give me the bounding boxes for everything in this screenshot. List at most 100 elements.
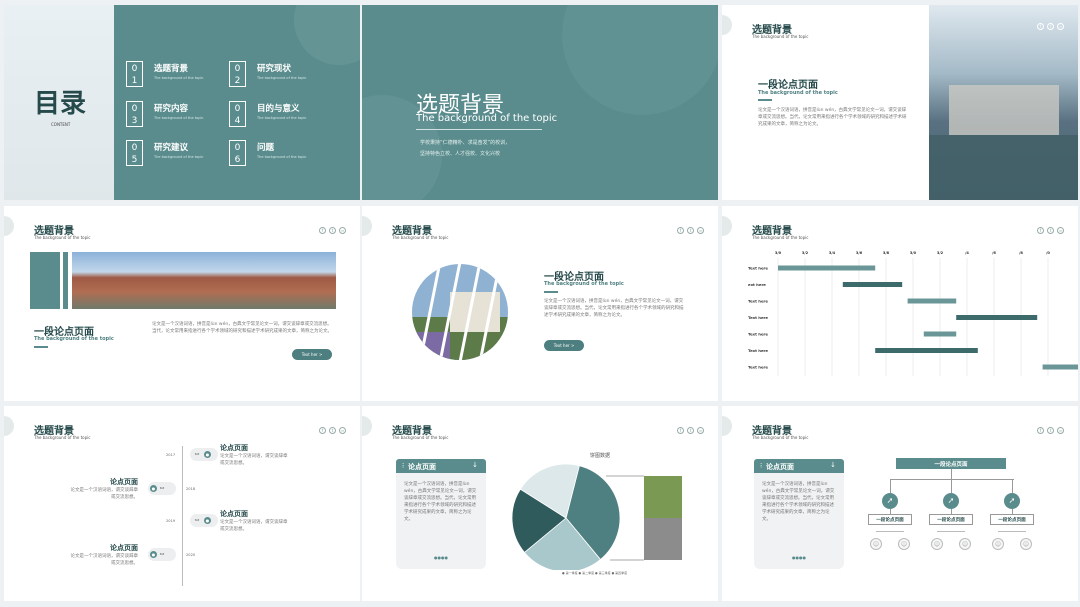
decor-circle bbox=[4, 416, 14, 436]
toc-item-title: 研究内容 bbox=[154, 104, 189, 114]
twitter-icon[interactable]: t bbox=[687, 227, 694, 234]
gantt-tick-label: 3/2 bbox=[802, 251, 809, 255]
campus-photo bbox=[929, 5, 1078, 200]
org-child-node[interactable]: 一段论点页面 bbox=[990, 514, 1034, 525]
gantt-chart: 3/0 3/2 3/4 3/6 3/8 3/0 3/2/4/6/8/0 Text here ex… bbox=[748, 251, 1078, 376]
org-child-node[interactable]: 一段论点页面 bbox=[868, 514, 912, 525]
section-desc-1: 学校秉持“仁德精朴、求是奋发”的校训， bbox=[420, 140, 511, 146]
pagination-dots[interactable]: ●●●● bbox=[434, 555, 448, 560]
slide-intro-photo[interactable]: 选题背景 The background of the topic 一段论点页面 … bbox=[722, 5, 1078, 200]
gantt-row-label: Text here bbox=[748, 365, 768, 370]
slide-timeline[interactable]: 选题背景 The background of the topic f t ≈ 2… bbox=[4, 406, 360, 601]
timeline-item-title: 论点页面 bbox=[110, 478, 138, 486]
twitter-icon[interactable]: t bbox=[1047, 23, 1054, 30]
timeline-item-text: 论文是一个汉语词语，谓交谈辞章或交流思想。 bbox=[70, 488, 139, 500]
text-here-button[interactable]: Text her > bbox=[292, 349, 332, 360]
gantt-tick-label: 3/4 bbox=[829, 251, 836, 255]
share-icon[interactable]: ≈ bbox=[1057, 23, 1064, 30]
timeline-year: 2018 bbox=[186, 487, 196, 491]
toc-number: 0 2 bbox=[229, 61, 246, 87]
facebook-icon[interactable]: f bbox=[677, 227, 684, 234]
timeline-pill[interactable]: ● txt bbox=[148, 482, 176, 495]
building-shape bbox=[949, 85, 1059, 135]
timeline-year: 2020 bbox=[186, 553, 196, 557]
toc-item-subtitle: The background of the topic bbox=[154, 76, 204, 80]
avatar-icon: ☺ bbox=[1020, 538, 1032, 550]
toc-number: 0 4 bbox=[229, 101, 246, 127]
timeline-item-text: 论文是一个汉语词语，谓交谈辞章或交流思想。 bbox=[220, 520, 288, 532]
connector bbox=[937, 531, 965, 532]
point-body: 论文是一个汉语词语，拼音是lùn wén，古典文学常见论文一词，谓交谈辞章或交流… bbox=[152, 322, 332, 334]
toc-subtitle: CONTENT bbox=[51, 122, 71, 127]
org-child-node[interactable]: 一段论点页面 bbox=[929, 514, 973, 525]
timeline-tag: txt bbox=[160, 552, 165, 556]
toc-item-3[interactable]: 0 3 研究内容 The background of the topic bbox=[126, 101, 236, 131]
timeline-item-title: 论点页面 bbox=[110, 544, 138, 552]
slide-banner[interactable]: 选题背景 The background of the topic f t ≈ 一… bbox=[4, 206, 360, 401]
rocket-icon: ➚ bbox=[1004, 493, 1020, 509]
info-card-header: ⁝ 论点页面 ↓ bbox=[754, 459, 844, 473]
facebook-icon[interactable]: f bbox=[677, 427, 684, 434]
facebook-icon[interactable]: f bbox=[319, 427, 326, 434]
share-icon[interactable]: ≈ bbox=[339, 427, 346, 434]
timeline-year: 2017 bbox=[166, 453, 176, 457]
slide-section[interactable]: 选题背景 The background of the topic 学校秉持“仁德… bbox=[362, 5, 718, 200]
timeline-pill[interactable]: ● txt bbox=[190, 448, 218, 461]
timeline-year: 2019 bbox=[166, 519, 176, 523]
arrow-down-icon[interactable]: ↓ bbox=[472, 461, 478, 469]
slide-grid: 目录 CONTENT 0 1 选题背景 The background of the … bbox=[0, 0, 1080, 607]
info-card-header: ⁝ 论点页面 ↓ bbox=[396, 459, 486, 473]
timeline-pill[interactable]: ● txt bbox=[148, 548, 176, 561]
slide-gantt[interactable]: 选题背景 The background of the topic f t ≈ 3… bbox=[722, 206, 1078, 401]
slide-org[interactable]: 选题背景 The background of the topic f t ≈ ⁝… bbox=[722, 406, 1078, 601]
toc-item-title: 问题 bbox=[257, 143, 275, 153]
info-card: ⁝ 论点页面 ↓ 论文是一个汉语词语，拼音是lùn wén，古典文学常见论文一词… bbox=[396, 459, 486, 569]
user-icon: ● bbox=[204, 451, 211, 458]
social-icons: f t ≈ bbox=[319, 427, 346, 434]
timeline-pill[interactable]: ● txt bbox=[190, 514, 218, 527]
slide-circle-photo[interactable]: 选题背景 The background of the topic f t ≈ 一… bbox=[362, 206, 718, 401]
toc-title: 目录 bbox=[34, 89, 87, 119]
share-icon[interactable]: ≈ bbox=[697, 427, 704, 434]
slide-subtitle: The background of the topic bbox=[392, 235, 449, 240]
gantt-bar bbox=[778, 265, 876, 271]
social-icons: f t ≈ bbox=[1037, 23, 1064, 30]
gantt-row-label: Text here bbox=[748, 348, 768, 353]
toc-item-1[interactable]: 0 1 选题背景 The background of the topic bbox=[126, 61, 236, 91]
facebook-icon[interactable]: f bbox=[1037, 23, 1044, 30]
twitter-icon[interactable]: t bbox=[329, 227, 336, 234]
gantt-row-label: Text here bbox=[748, 299, 768, 304]
toc-item-2[interactable]: 0 2 研究现状 The background of the topic bbox=[229, 61, 339, 91]
pagination-dots[interactable]: ●●●● bbox=[792, 555, 806, 560]
org-top-node[interactable]: 一段论点页面 bbox=[896, 458, 1006, 469]
connector bbox=[951, 469, 952, 479]
slide-pie[interactable]: 选题背景 The background of the topic f t ≈ ⁝… bbox=[362, 406, 718, 601]
toc-item-4[interactable]: 0 4 目的与意义 The background of the topic bbox=[229, 101, 339, 131]
facebook-icon[interactable]: f bbox=[1037, 427, 1044, 434]
timeline-tag: txt bbox=[160, 486, 165, 490]
slide-toc[interactable]: 目录 CONTENT 0 1 选题背景 The background of the … bbox=[4, 5, 360, 200]
share-icon[interactable]: ≈ bbox=[339, 227, 346, 234]
connector bbox=[890, 479, 1014, 480]
gantt-tick-label: /8 bbox=[1019, 251, 1023, 255]
text-here-button[interactable]: Text her > bbox=[544, 340, 584, 351]
toc-item-5[interactable]: 0 5 研究建议 The background of the topic bbox=[126, 140, 236, 170]
twitter-icon[interactable]: t bbox=[329, 427, 336, 434]
gantt-tick-label: 3/0 bbox=[910, 251, 917, 255]
arrow-down-icon[interactable]: ↓ bbox=[830, 461, 836, 469]
decor-circle bbox=[722, 15, 732, 35]
toc-item-title: 选题背景 bbox=[154, 64, 189, 74]
twitter-icon[interactable]: t bbox=[1047, 427, 1054, 434]
toc-item-6[interactable]: 0 6 问题 The background of the topic bbox=[229, 140, 339, 170]
decor-circle bbox=[362, 416, 372, 436]
decor-circle bbox=[362, 216, 372, 236]
point-subtitle: The background of the topic bbox=[544, 281, 624, 287]
facebook-icon[interactable]: f bbox=[319, 227, 326, 234]
share-icon[interactable]: ≈ bbox=[1057, 427, 1064, 434]
point-body: 论文是一个汉语词语，拼音是lùn wén，古典文学常见论文一词，谓交谈辞章或交流… bbox=[544, 299, 684, 318]
twitter-icon[interactable]: t bbox=[687, 427, 694, 434]
toc-item-title: 研究建议 bbox=[154, 143, 189, 153]
avatar-icon: ☺ bbox=[931, 538, 943, 550]
gantt-tick-label: 3/2 bbox=[937, 251, 944, 255]
share-icon[interactable]: ≈ bbox=[697, 227, 704, 234]
